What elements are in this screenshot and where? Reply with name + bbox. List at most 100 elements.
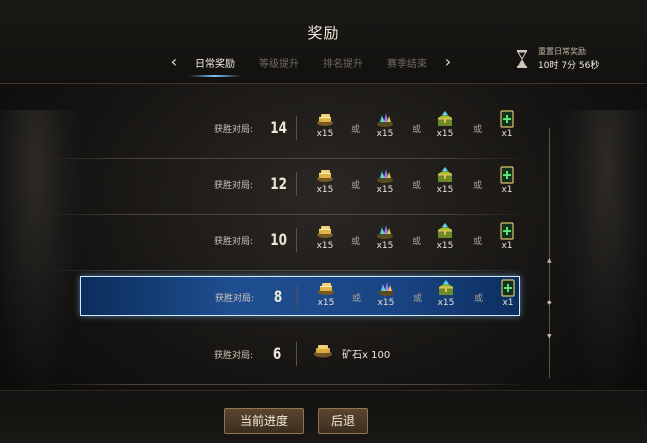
reward-item[interactable]: x15 (435, 279, 457, 308)
tab-level-up[interactable]: 等级提升 (257, 55, 301, 70)
reward-quantity: x15 (317, 298, 335, 308)
daily-reset-timer: 重置日常奖励 10时 7分 56秒 (516, 44, 636, 74)
crystal-pile-icon (374, 110, 396, 128)
wins-count: 10 (270, 230, 287, 249)
green-chest-icon (435, 279, 457, 297)
tab-bar: ‹ 日常奖励 等级提升 排名提升 赛季结束 › (165, 52, 457, 77)
reward-row[interactable]: 获胜对局: 14 x15 x15 x15 x1 或 或 或 (40, 108, 530, 159)
reward-quantity: x15 (436, 129, 454, 139)
scroll-thumb-icon[interactable]: ◆ (547, 300, 553, 306)
ore-reward-text: 矿石x 100 (342, 350, 391, 361)
tab-rank-up[interactable]: 排名提升 (321, 55, 365, 70)
reward-item[interactable]: x15 (314, 166, 336, 195)
reward-row[interactable]: 获胜对局: 8 x15 x15 x15 x1 或 或 或 (80, 276, 520, 316)
or-label: 或 (412, 125, 422, 135)
scroll-track (549, 128, 550, 378)
reward-quantity: x15 (436, 241, 454, 251)
gold-pile-icon (314, 222, 336, 240)
or-label: 或 (412, 237, 422, 247)
reset-label: 重置日常奖励 (538, 47, 586, 56)
wins-count: 6 (272, 344, 282, 363)
tab-season-end[interactable]: 赛季结束 (385, 55, 429, 70)
green-chest-icon (434, 110, 456, 128)
scroll-down-icon[interactable]: ▼ (547, 334, 553, 340)
reward-item[interactable]: x15 (375, 279, 397, 308)
reward-item[interactable]: x1 (496, 166, 518, 195)
scroll-up-icon[interactable]: ▲ (547, 258, 553, 264)
reward-quantity: x15 (436, 185, 454, 195)
or-label: 或 (473, 181, 483, 191)
back-button[interactable]: 后退 (318, 408, 368, 434)
wins-label: 获胜对局: (214, 181, 254, 191)
reward-item[interactable]: x15 (434, 222, 456, 251)
reward-quantity: x15 (376, 129, 394, 139)
tab-daily-rewards[interactable]: 日常奖励 (189, 55, 241, 77)
reward-quantity: x1 (501, 185, 513, 195)
or-label: 或 (473, 237, 483, 247)
or-label: 或 (412, 181, 422, 191)
row-separator (296, 116, 297, 140)
reward-quantity: x1 (502, 298, 514, 308)
next-tab-arrow-icon[interactable]: › (439, 54, 457, 70)
wins-count: 14 (270, 118, 287, 137)
header: 奖励 ‹ 日常奖励 等级提升 排名提升 赛季结束 › 重置日常奖励 10时 7分… (0, 0, 647, 84)
reward-item[interactable]: x15 (374, 166, 396, 195)
reward-row[interactable]: 获胜对局: 10 x15 x15 x15 x1 或 或 或 (40, 220, 530, 271)
row-separator (296, 228, 297, 252)
reward-quantity: x15 (316, 241, 334, 251)
footer: 当前进度 后退 (0, 390, 647, 443)
wins-label: 获胜对局: (215, 294, 255, 304)
row-separator (297, 285, 298, 309)
reward-item[interactable]: x15 (314, 222, 336, 251)
row-separator (296, 172, 297, 196)
reward-item[interactable]: x15 (374, 110, 396, 139)
gold-pile-icon (314, 110, 336, 128)
reward-item[interactable]: x15 (315, 279, 337, 308)
reward-item[interactable]: x15 (434, 110, 456, 139)
reward-quantity: x15 (376, 241, 394, 251)
page-title: 奖励 (307, 24, 340, 42)
or-label: 或 (351, 237, 361, 247)
wins-label: 获胜对局: (214, 351, 254, 361)
row-divider (40, 158, 530, 159)
wins-label: 获胜对局: (214, 125, 254, 135)
reward-item[interactable]: x1 (497, 279, 519, 308)
green-chest-icon (434, 166, 456, 184)
green-chest-icon (434, 222, 456, 240)
prev-tab-arrow-icon[interactable]: ‹ (165, 54, 183, 70)
card-plus-icon (497, 279, 519, 297)
row-divider (40, 384, 530, 385)
scrollbar[interactable]: ▲ ◆ ▼ (547, 128, 553, 378)
reward-quantity: x15 (376, 185, 394, 195)
reward-item[interactable]: x15 (374, 222, 396, 251)
row-divider (40, 270, 530, 271)
or-label: 或 (351, 125, 361, 135)
crystal-pile-icon (374, 166, 396, 184)
reward-item[interactable]: x1 (496, 110, 518, 139)
reward-row[interactable]: 获胜对局: 12 x15 x15 x15 x1 或 或 或 (40, 164, 530, 215)
crystal-pile-icon (374, 222, 396, 240)
row-divider (40, 214, 530, 215)
reward-row[interactable]: 获胜对局: 6 矿石x 100 (40, 334, 530, 385)
reward-item[interactable]: x15 (314, 110, 336, 139)
card-plus-icon (496, 110, 518, 128)
wins-count: 12 (270, 174, 287, 193)
reward-item[interactable]: x15 (434, 166, 456, 195)
hourglass-icon (517, 50, 527, 68)
current-progress-button[interactable]: 当前进度 (224, 408, 304, 434)
wins-label: 获胜对局: (214, 237, 254, 247)
gold-pile-icon (314, 166, 336, 184)
reward-screen: 奖励 ‹ 日常奖励 等级提升 排名提升 赛季结束 › 重置日常奖励 10时 7分… (0, 0, 647, 443)
or-label: 或 (473, 125, 483, 135)
or-label: 或 (413, 294, 423, 304)
wins-count: 8 (273, 287, 283, 306)
reward-quantity: x1 (501, 241, 513, 251)
crystal-pile-icon (375, 279, 397, 297)
card-plus-icon (496, 166, 518, 184)
or-label: 或 (474, 294, 484, 304)
or-label: 或 (352, 294, 362, 304)
reset-countdown: 10时 7分 56秒 (538, 61, 600, 71)
reward-quantity: x15 (437, 298, 455, 308)
or-label: 或 (351, 181, 361, 191)
reward-item[interactable]: x1 (496, 222, 518, 251)
